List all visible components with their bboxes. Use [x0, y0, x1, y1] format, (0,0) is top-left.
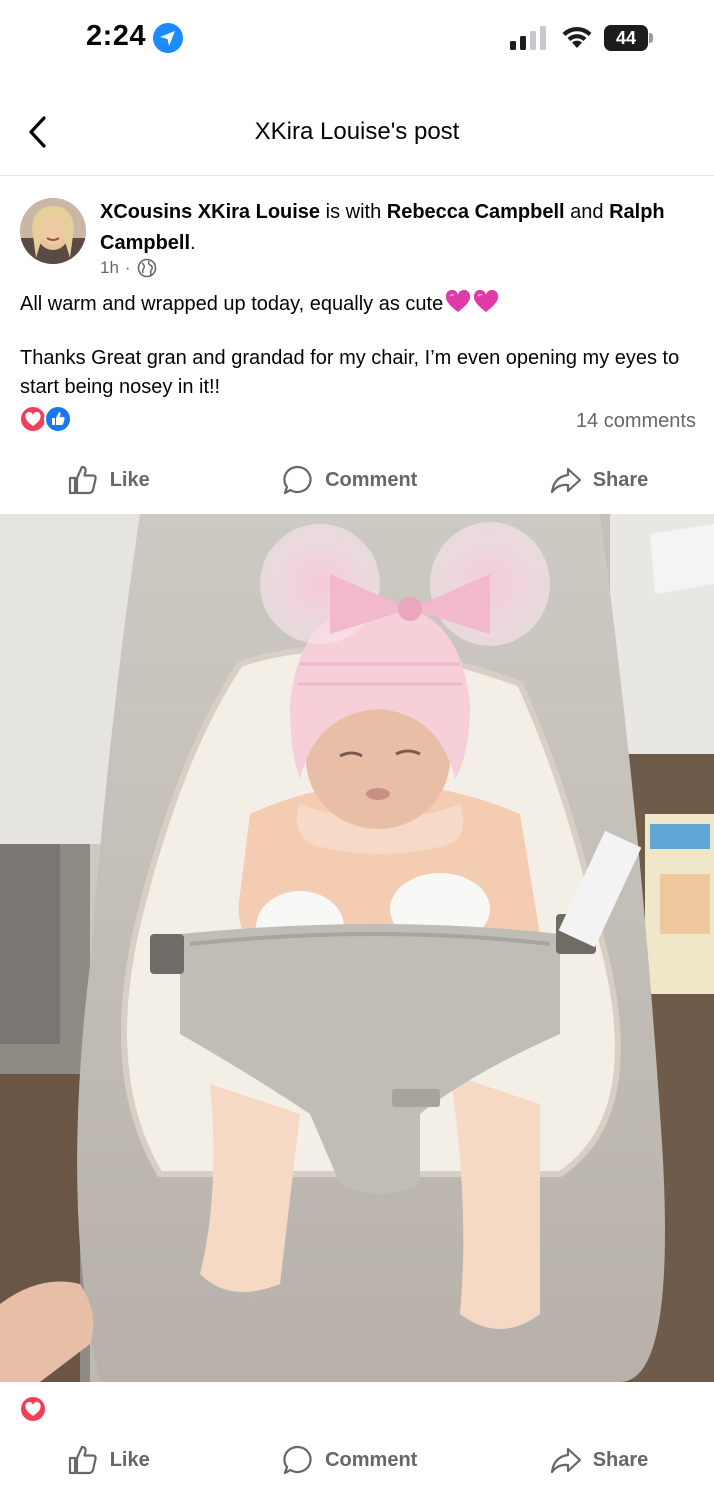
comment-bubble-icon	[283, 465, 312, 495]
share-label: Share	[592, 468, 649, 491]
post-header-bar: XKira Louise's post	[0, 88, 714, 176]
status-bar: 2:24 44	[0, 0, 714, 80]
love-reaction-icon	[19, 405, 47, 433]
author-avatar[interactable]	[20, 198, 86, 264]
status-time: 2:24	[86, 20, 147, 52]
like-label: Like	[109, 1448, 150, 1471]
like-label: Like	[109, 468, 150, 491]
share-arrow-icon	[550, 1447, 581, 1474]
page-title: XKira Louise's post	[254, 118, 460, 145]
like-thumb-icon	[68, 465, 97, 495]
location-arrow-icon	[153, 23, 183, 53]
post-line-2: Thanks Great gran and grandad for my cha…	[20, 347, 680, 398]
tagged-person-1[interactable]: Rebecca Campbell	[387, 201, 565, 223]
with-text: is with	[320, 201, 387, 223]
like-reaction-icon	[44, 405, 72, 433]
photo-like-button[interactable]: Like	[66, 1443, 150, 1477]
battery-indicator: 44	[604, 25, 653, 51]
post-body: All warm and wrapped up today, equally a…	[20, 290, 700, 402]
comment-button[interactable]: Comment	[281, 463, 417, 497]
share-label: Share	[592, 1448, 649, 1471]
post-photo[interactable]	[0, 514, 714, 1382]
wifi-icon	[562, 26, 592, 48]
post-line-1: All warm and wrapped up today, equally a…	[20, 290, 700, 319]
author-name[interactable]: XCousins XKira Louise	[100, 201, 320, 223]
baby-in-bouncer-image	[0, 514, 714, 1382]
period-text: .	[190, 232, 196, 254]
comment-label: Comment	[325, 468, 418, 491]
post-action-bar: Like Comment Share	[0, 450, 714, 510]
post-meta: 1h ·	[100, 258, 157, 278]
post-line-1-text: All warm and wrapped up today, equally a…	[20, 293, 444, 315]
battery-cap	[649, 33, 653, 43]
like-thumb-icon	[68, 1445, 97, 1475]
meta-separator: ·	[124, 258, 131, 277]
share-arrow-icon	[550, 467, 581, 494]
reaction-summary[interactable]	[18, 404, 78, 434]
signal-bars-icon	[510, 26, 546, 50]
battery-level: 44	[604, 25, 648, 51]
comment-bubble-icon	[283, 1445, 312, 1475]
photo-share-button[interactable]: Share	[549, 1443, 649, 1477]
pink-heart-emoji-icon	[474, 290, 499, 312]
author-line: XCousins XKira Louise is with Rebecca Ca…	[100, 197, 680, 259]
and-text: and	[564, 201, 610, 223]
share-button[interactable]: Share	[549, 463, 649, 497]
globe-icon	[137, 258, 156, 278]
post-time[interactable]: 1h	[100, 258, 119, 278]
photo-comment-button[interactable]: Comment	[281, 1443, 417, 1477]
photo-action-bar: Like Comment Share	[0, 1430, 714, 1490]
pink-heart-emoji-icon	[446, 290, 471, 312]
comments-count[interactable]: 14 comments	[576, 410, 696, 433]
comment-label: Comment	[325, 1448, 418, 1471]
love-reaction-icon[interactable]	[18, 1394, 48, 1424]
like-button[interactable]: Like	[66, 463, 150, 497]
avatar-image	[20, 198, 86, 264]
